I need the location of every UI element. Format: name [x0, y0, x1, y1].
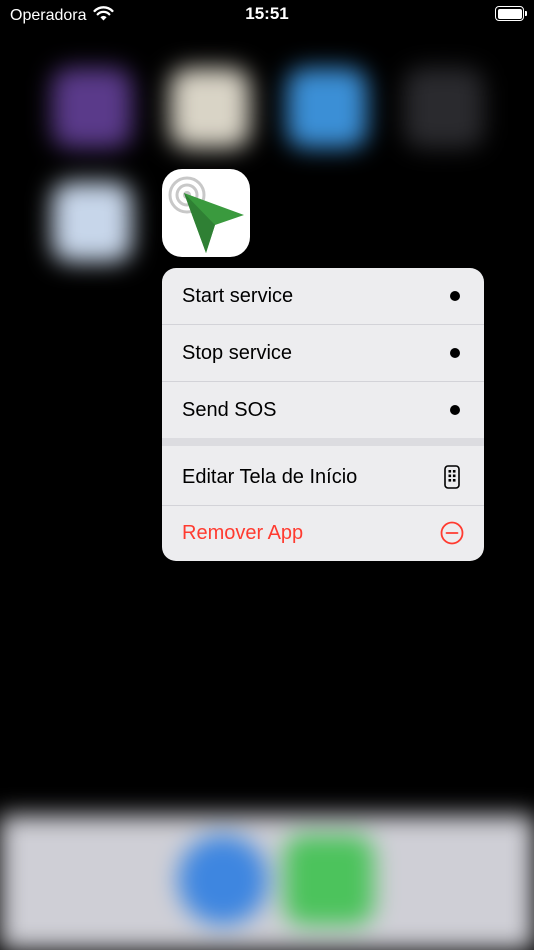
bullet-icon	[450, 405, 460, 415]
minus-circle-icon	[440, 521, 464, 545]
menu-item-remove-app[interactable]: Remover App	[162, 505, 484, 561]
menu-item-stop-service[interactable]: Stop service	[162, 325, 484, 381]
background-app-icon	[170, 68, 250, 148]
menu-item-label: Send SOS	[182, 398, 277, 421]
dock-messages-icon	[284, 835, 374, 925]
menu-item-label: Stop service	[182, 341, 293, 364]
battery-icon	[495, 6, 527, 21]
navigation-arrow-icon	[168, 176, 244, 253]
home-screen-phone-icon	[440, 465, 464, 489]
status-bar: Operadora 15:51	[0, 0, 534, 30]
background-app-icon	[404, 68, 484, 148]
menu-item-label: Start service	[182, 284, 294, 307]
menu-item-send-sos[interactable]: Send SOS	[162, 382, 484, 438]
menu-group-separator	[162, 438, 484, 446]
status-clock: 15:51	[245, 4, 289, 23]
app-context-menu: Start service Stop service Send SOS Edit…	[162, 268, 484, 561]
battery-level	[497, 8, 522, 19]
dock-safari-icon	[178, 835, 268, 925]
background-app-icon	[52, 182, 132, 262]
menu-item-label: Remover App	[182, 521, 304, 544]
background-app-icon	[52, 68, 132, 148]
bullet-icon	[450, 291, 460, 301]
menu-item-start-service[interactable]: Start service	[162, 268, 484, 324]
menu-item-edit-home-screen[interactable]: Editar Tela de Início	[162, 449, 484, 505]
bullet-icon	[450, 348, 460, 358]
battery-tip	[525, 11, 527, 16]
background-app-icon	[287, 68, 367, 148]
menu-item-label: Editar Tela de Início	[182, 465, 358, 488]
app-icon[interactable]	[162, 169, 250, 257]
